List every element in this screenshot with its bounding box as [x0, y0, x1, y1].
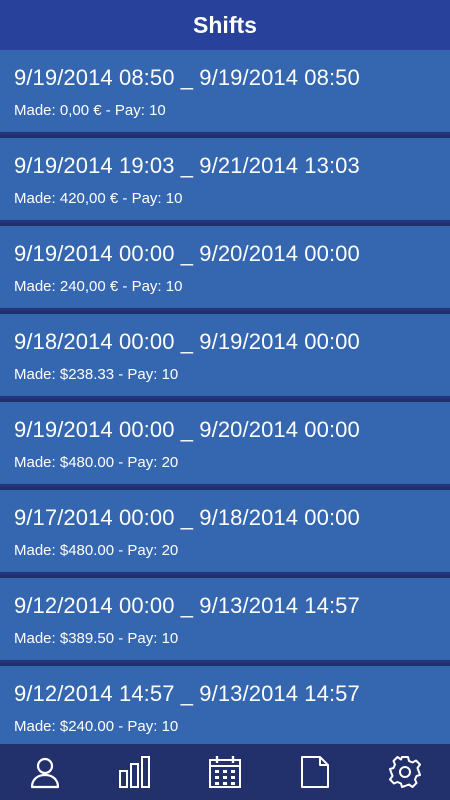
shift-row[interactable]: 9/12/2014 14:57 _ 9/13/2014 14:57 Made: … — [0, 666, 450, 744]
shift-date-range: 9/12/2014 00:00 _ 9/13/2014 14:57 — [14, 593, 360, 618]
document-icon — [301, 756, 329, 788]
shift-date-range: 9/17/2014 00:00 _ 9/18/2014 00:00 — [14, 505, 360, 530]
shift-row[interactable]: 9/18/2014 00:00 _ 9/19/2014 00:00 Made: … — [0, 314, 450, 399]
nav-stats-button[interactable] — [107, 744, 163, 800]
shift-date-range: 9/19/2014 00:00 _ 9/20/2014 00:00 — [14, 417, 360, 442]
calendar-icon — [209, 756, 241, 788]
shift-date-range: 9/12/2014 14:57 _ 9/13/2014 14:57 — [14, 681, 360, 706]
shift-list[interactable]: 9/19/2014 08:50 _ 9/19/2014 08:50 Made: … — [0, 50, 450, 744]
shift-row[interactable]: 9/12/2014 00:00 _ 9/13/2014 14:57 Made: … — [0, 578, 450, 663]
bar-chart-icon — [119, 756, 150, 788]
shift-earnings: Made: $389.50 - Pay: 10 — [14, 630, 179, 647]
shift-row[interactable]: 9/19/2014 08:50 _ 9/19/2014 08:50 Made: … — [0, 50, 450, 135]
shift-row[interactable]: 9/19/2014 19:03 _ 9/21/2014 13:03 Made: … — [0, 138, 450, 223]
nav-reports-button[interactable] — [287, 744, 343, 800]
shift-earnings: Made: $238.33 - Pay: 10 — [14, 366, 179, 383]
page-title: Shifts — [193, 11, 257, 38]
shift-date-range: 9/18/2014 00:00 _ 9/19/2014 00:00 — [14, 329, 360, 354]
shift-earnings: Made: 0,00 € - Pay: 10 — [14, 102, 166, 119]
shift-earnings: Made: 240,00 € - Pay: 10 — [14, 278, 183, 295]
shift-earnings: Made: $480.00 - Pay: 20 — [14, 454, 179, 471]
nav-profile-button[interactable] — [17, 744, 73, 800]
nav-calendar-button[interactable] — [197, 744, 253, 800]
shift-earnings: Made: $240.00 - Pay: 10 — [14, 718, 179, 735]
shift-date-range: 9/19/2014 00:00 _ 9/20/2014 00:00 — [14, 241, 360, 266]
shift-date-range: 9/19/2014 08:50 _ 9/19/2014 08:50 — [14, 65, 360, 90]
user-icon — [30, 757, 60, 789]
app-header: Shifts — [0, 0, 450, 50]
gear-icon — [389, 756, 421, 788]
shift-row[interactable]: 9/19/2014 00:00 _ 9/20/2014 00:00 Made: … — [0, 402, 450, 487]
nav-settings-button[interactable] — [377, 744, 433, 800]
shift-row[interactable]: 9/19/2014 00:00 _ 9/20/2014 00:00 Made: … — [0, 226, 450, 311]
shift-row[interactable]: 9/17/2014 00:00 _ 9/18/2014 00:00 Made: … — [0, 490, 450, 575]
shift-earnings: Made: $480.00 - Pay: 20 — [14, 542, 179, 559]
bottom-nav — [0, 744, 450, 800]
shift-earnings: Made: 420,00 € - Pay: 10 — [14, 190, 183, 207]
shift-date-range: 9/19/2014 19:03 _ 9/21/2014 13:03 — [14, 153, 360, 178]
